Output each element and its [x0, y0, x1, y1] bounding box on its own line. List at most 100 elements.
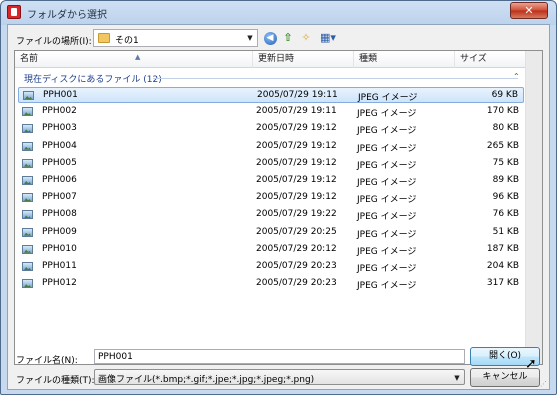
file-name-label: ファイル名(N): [16, 356, 78, 366]
file-name-cell: PPH011 [42, 261, 77, 271]
up-folder-button[interactable]: ⇧ [279, 29, 297, 46]
file-date-cell: 2005/07/29 19:12 [256, 175, 337, 185]
file-type-cell: JPEG イメージ [357, 212, 417, 223]
file-size-cell: 51 KB [492, 226, 519, 237]
jpeg-file-icon [22, 107, 33, 117]
file-row[interactable]: PPH004 2005/07/29 19:12 JPEG イメージ 265 KB [18, 139, 524, 155]
up-arrow-icon: ⇧ [283, 31, 293, 44]
file-date-cell: 2005/07/29 19:12 [256, 140, 337, 151]
sort-ascending-icon: ▲ [135, 53, 141, 61]
file-name-cell: PPH004 [42, 140, 77, 151]
file-row[interactable]: PPH008 2005/07/29 19:22 JPEG イメージ 76 KB [18, 207, 524, 223]
mouse-cursor-icon: ➚ [525, 356, 537, 372]
file-row[interactable]: PPH011 2005/07/29 20:23 JPEG イメージ 204 KB [18, 259, 524, 275]
file-size-cell: 317 KB [486, 278, 519, 289]
column-size[interactable]: サイズ [455, 51, 526, 68]
file-list[interactable]: 名前 ▲ 更新日時 種類 サイズ 現在ディスクにあるファイル (12) ⌃ PP… [14, 50, 543, 365]
chevron-down-icon[interactable]: ▼ [243, 30, 257, 46]
file-size-cell: 96 KB [492, 192, 519, 203]
collapse-group-icon[interactable]: ⌃ [513, 72, 520, 81]
file-type-label: ファイルの種類(T): [16, 376, 95, 386]
file-type-cell: JPEG イメージ [357, 195, 417, 206]
file-type-cell: JPEG イメージ [357, 246, 417, 257]
app-icon [7, 5, 21, 19]
jpeg-file-icon [22, 244, 33, 254]
file-name-cell: PPH010 [42, 243, 77, 254]
file-date-cell: 2005/07/29 19:11 [257, 90, 338, 100]
new-folder-icon: ✧ [301, 31, 311, 44]
jpeg-file-icon [22, 176, 33, 185]
file-size-cell: 76 KB [492, 209, 519, 220]
file-row[interactable]: PPH010 2005/07/29 20:12 JPEG イメージ 187 KB [18, 242, 524, 258]
file-date-cell: 2005/07/29 19:12 [256, 192, 337, 203]
view-menu-button[interactable]: ▦▾ [316, 29, 340, 46]
file-type-dropdown[interactable]: 画像ファイル(*.bmp;*.gif;*.jpe;*.jpg;*.jpeg;*.… [94, 369, 465, 385]
file-row[interactable]: PPH009 2005/07/29 20:25 JPEG イメージ 51 KB [18, 225, 524, 241]
look-in-label: ファイルの場所(I): [16, 37, 92, 47]
file-name-cell: PPH009 [42, 226, 77, 237]
file-size-cell: 89 KB [492, 175, 519, 185]
file-type-cell: JPEG イメージ [357, 126, 417, 137]
file-date-cell: 2005/07/29 20:23 [256, 261, 337, 271]
close-icon: ✕ [524, 4, 534, 17]
file-name-cell: PPH005 [42, 157, 77, 168]
file-name-cell: PPH006 [42, 175, 77, 185]
column-date[interactable]: 更新日時 [253, 51, 354, 68]
jpeg-file-icon [22, 141, 33, 151]
file-row[interactable]: PPH007 2005/07/29 19:12 JPEG イメージ 96 KB [18, 190, 524, 206]
file-row[interactable]: PPH006 2005/07/29 19:12 JPEG イメージ 89 KB [18, 173, 524, 189]
window-title: フォルダから選択 [27, 10, 107, 21]
file-date-cell: 2005/07/29 20:25 [256, 226, 337, 237]
column-type-label: 種類 [359, 54, 378, 64]
file-date-cell: 2005/07/29 20:23 [256, 278, 337, 289]
look-in-value: その1 [115, 36, 139, 46]
file-size-cell: 204 KB [486, 261, 519, 271]
group-header[interactable]: 現在ディスクにあるファイル (12) [24, 72, 162, 85]
jpeg-file-icon [22, 210, 33, 220]
look-in-dropdown[interactable]: その1 ▼ [93, 29, 258, 47]
file-name-cell: PPH002 [42, 106, 77, 117]
column-name-label: 名前 [20, 54, 39, 64]
jpeg-file-icon [22, 193, 33, 203]
chevron-down-icon[interactable]: ▼ [450, 370, 464, 386]
file-row[interactable]: PPH002 2005/07/29 19:11 JPEG イメージ 170 KB [18, 104, 524, 120]
file-row[interactable]: PPH003 2005/07/29 19:12 JPEG イメージ 80 KB [18, 121, 524, 137]
file-size-cell: 265 KB [486, 140, 519, 151]
file-row[interactable]: PPH001 2005/07/29 19:11 JPEG イメージ 69 KB [18, 87, 524, 103]
dialog-body: ファイルの場所(I): その1 ▼ ◀ ⇧ ✧ ▦▾ 名前 ▲ 更新日時 種類 … [7, 24, 550, 390]
file-size-cell: 170 KB [486, 106, 519, 117]
close-button[interactable]: ✕ [510, 2, 548, 19]
file-size-cell: 69 KB [491, 90, 518, 100]
new-folder-button[interactable]: ✧ [297, 29, 315, 46]
jpeg-file-icon [22, 158, 33, 168]
column-type[interactable]: 種類 [354, 51, 455, 68]
file-row[interactable]: PPH005 2005/07/29 19:12 JPEG イメージ 75 KB [18, 156, 524, 172]
file-name-cell: PPH001 [43, 90, 78, 100]
folder-icon [98, 33, 110, 43]
file-type-value: 画像ファイル(*.bmp;*.gif;*.jpe;*.jpg;*.jpeg;*.… [98, 375, 315, 385]
file-name-cell: PPH007 [42, 192, 77, 203]
vertical-scrollbar[interactable] [525, 51, 542, 364]
column-name[interactable]: 名前 ▲ [15, 51, 253, 68]
file-name-input[interactable] [94, 349, 465, 364]
group-divider [153, 78, 518, 79]
back-button[interactable]: ◀ [261, 29, 279, 46]
file-date-cell: 2005/07/29 19:12 [256, 123, 337, 134]
file-type-cell: JPEG イメージ [357, 178, 417, 188]
title-bar[interactable]: フォルダから選択 ✕ [1, 1, 556, 23]
jpeg-file-icon [23, 91, 34, 100]
file-size-cell: 187 KB [486, 243, 519, 254]
column-date-label: 更新日時 [258, 54, 295, 64]
file-type-cell: JPEG イメージ [358, 93, 418, 103]
jpeg-file-icon [22, 227, 33, 237]
file-type-cell: JPEG イメージ [357, 160, 417, 171]
view-icon: ▦▾ [320, 31, 336, 44]
column-header: 名前 ▲ 更新日時 種類 サイズ [15, 51, 526, 68]
file-date-cell: 2005/07/29 20:12 [256, 243, 337, 254]
file-size-cell: 80 KB [492, 123, 519, 134]
file-name-cell: PPH003 [42, 123, 77, 134]
jpeg-file-icon [22, 124, 33, 134]
file-row[interactable]: PPH012 2005/07/29 20:23 JPEG イメージ 317 KB [18, 276, 524, 292]
resize-grip-icon[interactable]: ⋰ [540, 380, 547, 388]
jpeg-file-icon [22, 262, 33, 271]
